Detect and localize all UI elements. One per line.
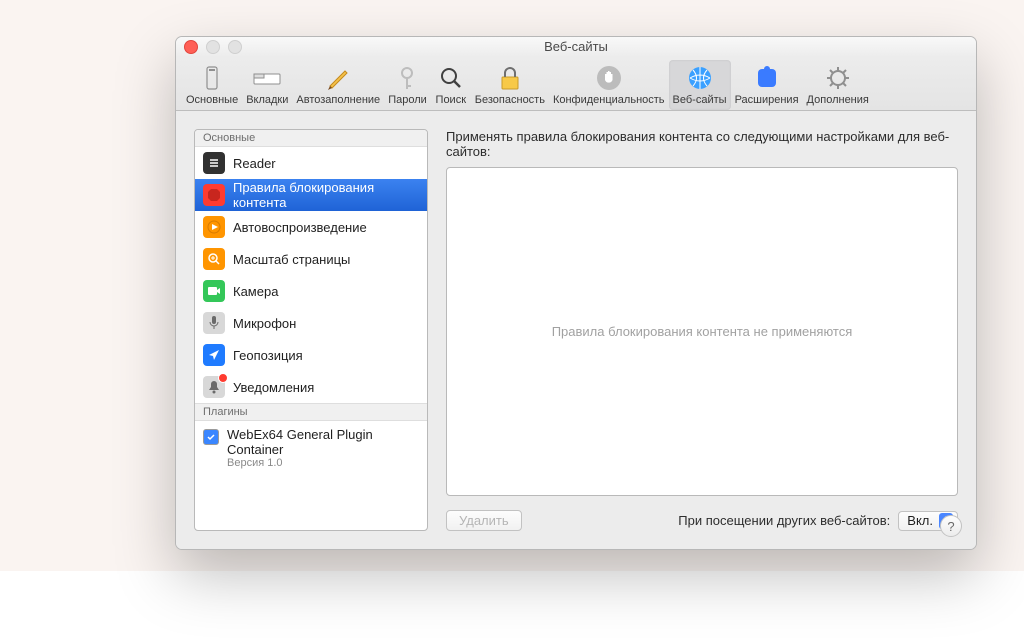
content-pane: Применять правила блокирования контента … [446, 129, 958, 531]
sidebar-item-label: Автовоспроизведение [233, 220, 367, 235]
titlebar: Веб-сайты [176, 37, 976, 57]
globe-icon [684, 64, 716, 92]
reader-icon [203, 152, 225, 174]
toolbar-autofill[interactable]: Автозаполнение [292, 60, 384, 110]
tabs-icon [251, 64, 283, 92]
sidebar-item-location[interactable]: Геопозиция [195, 339, 427, 371]
sidebar-item-camera[interactable]: Камера [195, 275, 427, 307]
hand-icon [593, 64, 625, 92]
toolbar-advanced[interactable]: Дополнения [803, 60, 873, 110]
website-list[interactable]: Правила блокирования контента не применя… [446, 167, 958, 496]
sidebar-item-label: Микрофон [233, 316, 296, 331]
toolbar-label: Основные [186, 94, 238, 106]
puzzle-icon [751, 64, 783, 92]
delete-button[interactable]: Удалить [446, 510, 522, 531]
toolbar-general[interactable]: Основные [182, 60, 242, 110]
toolbar-label: Дополнения [807, 94, 869, 106]
toolbar-label: Автозаполнение [296, 94, 380, 106]
camera-icon [203, 280, 225, 302]
help-button[interactable]: ? [940, 515, 962, 537]
location-icon [203, 344, 225, 366]
sidebar-section-general: Основные [195, 130, 427, 147]
default-visit-label: При посещении других веб-сайтов: [678, 513, 890, 528]
delete-button-label: Удалить [459, 513, 509, 528]
sidebar-item-autoplay[interactable]: Автовоспроизведение [195, 211, 427, 243]
plugin-checkbox[interactable] [203, 429, 219, 445]
toolbar-search[interactable]: Поиск [431, 60, 471, 110]
toolbar-label: Расширения [735, 94, 799, 106]
toolbar-passwords[interactable]: Пароли [384, 60, 431, 110]
sidebar-item-microphone[interactable]: Микрофон [195, 307, 427, 339]
switches-icon [196, 64, 228, 92]
plugin-version: Версия 1.0 [227, 457, 419, 469]
sidebar-item-label: Правила блокирования контента [233, 180, 419, 210]
sidebar-item-reader[interactable]: Reader [195, 147, 427, 179]
toolbar-extensions[interactable]: Расширения [731, 60, 803, 110]
sidebar-item-label: Масштаб страницы [233, 252, 350, 267]
sidebar-item-label: Камера [233, 284, 278, 299]
sidebar-item-label: Уведомления [233, 380, 314, 395]
toolbar-security[interactable]: Безопасность [471, 60, 549, 110]
select-value: Вкл. [907, 513, 933, 528]
microphone-icon [203, 312, 225, 334]
notification-dot [218, 373, 228, 383]
toolbar-tabs[interactable]: Вкладки [242, 60, 292, 110]
toolbar-label: Веб-сайты [673, 94, 727, 106]
preferences-window: Веб-сайты Основные Вкладки [175, 36, 977, 550]
toolbar-label: Конфиденциальность [553, 94, 665, 106]
lock-icon [494, 64, 526, 92]
toolbar-websites[interactable]: Веб-сайты [669, 60, 731, 110]
gear-icon [822, 64, 854, 92]
sidebar-item-notifications[interactable]: Уведомления [195, 371, 427, 403]
empty-state-text: Правила блокирования контента не применя… [552, 324, 853, 339]
toolbar-privacy[interactable]: Конфиденциальность [549, 60, 669, 110]
sidebar-item-content-blockers[interactable]: Правила блокирования контента [195, 179, 427, 211]
toolbar-label: Поиск [436, 94, 466, 106]
toolbar-label: Пароли [388, 94, 427, 106]
sidebar: Основные Reader Правила блокирования кон… [194, 129, 428, 531]
search-icon [435, 64, 467, 92]
sidebar-item-label: Геопозиция [233, 348, 303, 363]
content-heading: Применять правила блокирования контента … [446, 129, 958, 159]
plugin-row[interactable]: WebEx64 General Plugin Container Версия … [195, 421, 427, 475]
toolbar: Основные Вкладки Автозаполнение [176, 57, 976, 111]
window-title: Веб-сайты [176, 37, 976, 57]
pencil-icon [322, 64, 354, 92]
sidebar-item-page-zoom[interactable]: Масштаб страницы [195, 243, 427, 275]
plugin-name: WebEx64 General Plugin Container [227, 427, 419, 457]
sidebar-section-plugins: Плагины [195, 403, 427, 421]
stop-icon [203, 184, 225, 206]
key-icon [391, 64, 423, 92]
zoom-icon [203, 248, 225, 270]
play-icon [203, 216, 225, 238]
toolbar-label: Вкладки [246, 94, 288, 106]
sidebar-item-label: Reader [233, 156, 276, 171]
toolbar-label: Безопасность [475, 94, 545, 106]
